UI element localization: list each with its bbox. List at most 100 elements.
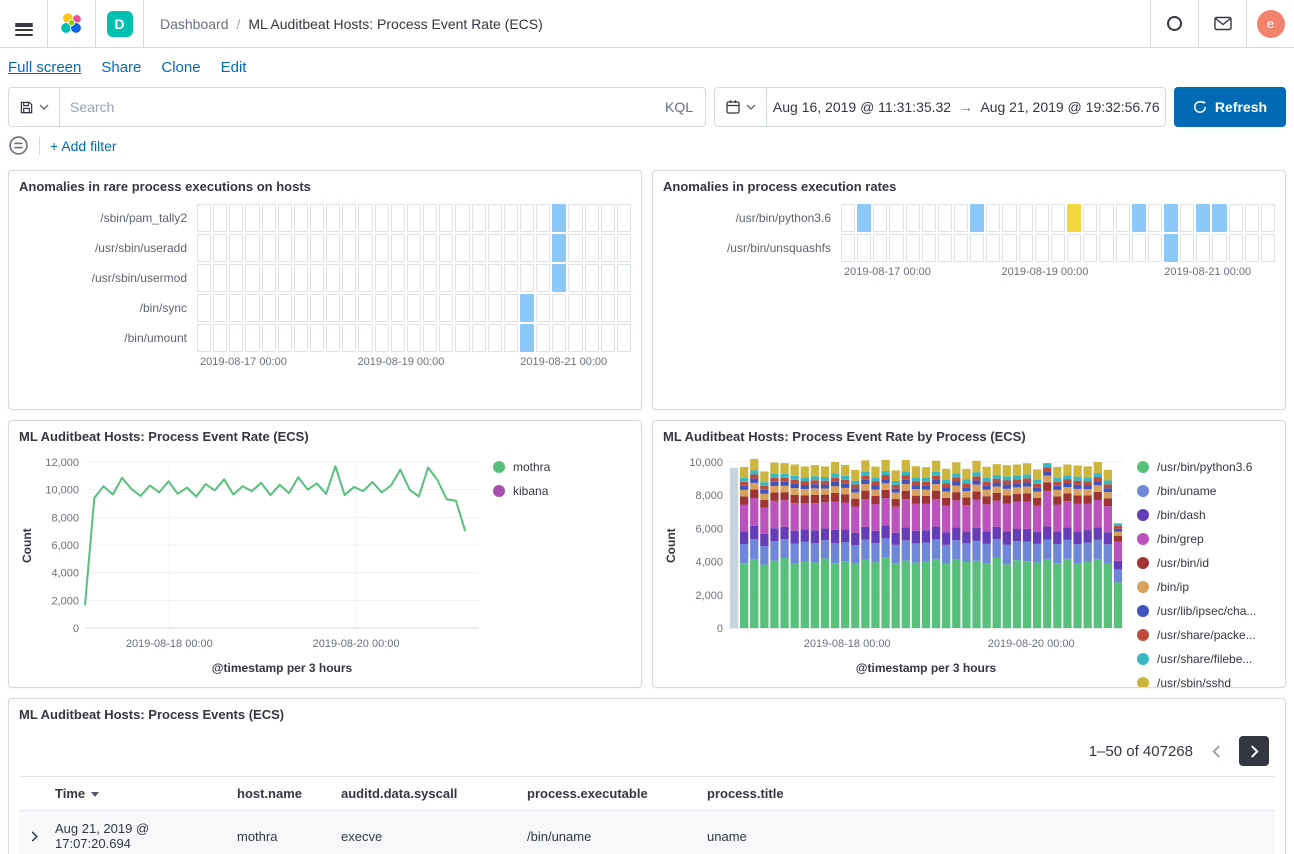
swimlane-anomaly-cell[interactable] bbox=[552, 234, 566, 262]
bar-segment[interactable] bbox=[1033, 506, 1041, 532]
bar-segment[interactable] bbox=[1023, 474, 1031, 478]
bar-segment[interactable] bbox=[972, 476, 980, 480]
bar-segment[interactable] bbox=[1104, 532, 1112, 544]
bar-segment[interactable] bbox=[841, 465, 849, 476]
saved-query-button[interactable] bbox=[9, 88, 59, 126]
bar-segment[interactable] bbox=[1013, 475, 1021, 479]
legend-item[interactable]: /usr/lib/ipsec/cha... bbox=[1137, 604, 1275, 618]
column-header-host-name[interactable]: host.name bbox=[231, 777, 335, 811]
menu-button[interactable] bbox=[0, 0, 48, 47]
bar-segment[interactable] bbox=[760, 500, 768, 508]
bar-segment[interactable] bbox=[871, 490, 879, 496]
swimlane-anomaly-cell[interactable] bbox=[552, 264, 566, 292]
bar-segment[interactable] bbox=[993, 493, 1001, 501]
bar-segment[interactable] bbox=[1094, 473, 1102, 477]
bar-segment[interactable] bbox=[982, 544, 990, 563]
bar-segment[interactable] bbox=[952, 528, 960, 541]
date-range-start[interactable]: Aug 16, 2019 @ 11:31:35.32 bbox=[767, 88, 957, 126]
bar-segment[interactable] bbox=[972, 561, 980, 628]
bar-segment[interactable] bbox=[1083, 530, 1091, 542]
bar-segment[interactable] bbox=[952, 473, 960, 477]
bar-segment[interactable] bbox=[1053, 563, 1061, 628]
bar-segment[interactable] bbox=[892, 545, 900, 564]
legend-item[interactable]: /bin/ip bbox=[1137, 580, 1275, 594]
bar-segment[interactable] bbox=[972, 541, 980, 561]
bar-segment[interactable] bbox=[831, 462, 839, 474]
bar-segment[interactable] bbox=[811, 495, 819, 503]
bar-segment[interactable] bbox=[851, 481, 859, 485]
bar-segment[interactable] bbox=[1073, 504, 1081, 532]
bar-segment[interactable] bbox=[861, 491, 869, 499]
bar-segment[interactable] bbox=[851, 533, 859, 545]
bar-segment[interactable] bbox=[1043, 471, 1051, 475]
legend-item[interactable]: /usr/bin/id bbox=[1137, 556, 1275, 570]
bar-segment[interactable] bbox=[972, 461, 980, 472]
filter-options-button[interactable] bbox=[8, 135, 29, 156]
bar-segment[interactable] bbox=[760, 546, 768, 565]
bar-segment[interactable] bbox=[1003, 480, 1011, 484]
bar-segment[interactable] bbox=[780, 539, 788, 558]
bar-segment[interactable] bbox=[770, 561, 778, 628]
bar-segment[interactable] bbox=[942, 484, 950, 488]
bar-segment[interactable] bbox=[1023, 482, 1031, 486]
bar-segment[interactable] bbox=[1083, 562, 1091, 628]
bar-segment[interactable] bbox=[791, 464, 799, 475]
bar-segment[interactable] bbox=[770, 501, 778, 528]
bar-segment[interactable] bbox=[881, 526, 889, 539]
bar-segment[interactable] bbox=[962, 469, 970, 480]
bar-segment[interactable] bbox=[993, 558, 1001, 628]
legend-item[interactable]: /bin/grep bbox=[1137, 532, 1275, 546]
bar-segment[interactable] bbox=[881, 498, 889, 525]
bar-segment[interactable] bbox=[740, 490, 748, 496]
bar-segment[interactable] bbox=[1023, 463, 1031, 474]
bar-segment[interactable] bbox=[932, 472, 940, 476]
bar-segment[interactable] bbox=[831, 543, 839, 563]
bar-segment[interactable] bbox=[952, 462, 960, 473]
bar-segment[interactable] bbox=[962, 505, 970, 531]
bar-segment[interactable] bbox=[821, 466, 829, 477]
bar-segment[interactable] bbox=[770, 493, 778, 501]
bar-segment[interactable] bbox=[821, 495, 829, 503]
legend-item[interactable]: /usr/bin/python3.6 bbox=[1137, 460, 1275, 474]
bar-segment[interactable] bbox=[902, 540, 910, 560]
bar-segment[interactable] bbox=[993, 539, 1001, 558]
newsfeed-button[interactable] bbox=[1198, 0, 1246, 47]
bar-segment[interactable] bbox=[861, 559, 869, 628]
bar-segment[interactable] bbox=[1073, 481, 1081, 485]
bar-segment[interactable] bbox=[881, 460, 889, 471]
bar-segment[interactable] bbox=[993, 527, 1001, 539]
bar-segment[interactable] bbox=[993, 479, 1001, 483]
bar-segment[interactable] bbox=[972, 480, 980, 484]
bar-segment[interactable] bbox=[1043, 482, 1051, 490]
bar-segment[interactable] bbox=[1073, 544, 1081, 564]
expand-row-button[interactable] bbox=[25, 827, 43, 845]
bar-segment[interactable] bbox=[801, 481, 809, 485]
bar-segment[interactable] bbox=[861, 476, 869, 480]
bar-segment[interactable] bbox=[912, 477, 920, 481]
bar-segment[interactable] bbox=[1053, 544, 1061, 563]
bar-segment[interactable] bbox=[952, 560, 960, 628]
bar-segment[interactable] bbox=[922, 482, 930, 486]
swimlane-anomaly-cell[interactable] bbox=[1212, 204, 1226, 232]
bar-segment[interactable] bbox=[982, 490, 990, 496]
bar-segment[interactable] bbox=[1104, 484, 1112, 488]
bar-segment[interactable] bbox=[1053, 490, 1061, 496]
legend-item[interactable]: kibana bbox=[493, 484, 631, 498]
bar-segment[interactable] bbox=[750, 470, 758, 474]
column-header-auditd-data-syscall[interactable]: auditd.data.syscall bbox=[335, 777, 521, 811]
bar-segment[interactable] bbox=[982, 563, 990, 628]
refresh-button[interactable]: Refresh bbox=[1174, 87, 1286, 127]
bar-segment[interactable] bbox=[982, 496, 990, 504]
bar-segment[interactable] bbox=[780, 500, 788, 527]
bar-segment[interactable] bbox=[831, 478, 839, 482]
bar-segment[interactable] bbox=[1043, 467, 1051, 471]
bar-segment[interactable] bbox=[912, 543, 920, 562]
bar-segment[interactable] bbox=[942, 498, 950, 506]
bar-segment[interactable] bbox=[1063, 487, 1071, 493]
bar-segment[interactable] bbox=[841, 494, 849, 502]
bar-segment[interactable] bbox=[1114, 542, 1122, 561]
bar-segment[interactable] bbox=[851, 488, 859, 492]
bar-segment[interactable] bbox=[791, 480, 799, 484]
bar-segment[interactable] bbox=[1073, 564, 1081, 628]
nav-link-full-screen[interactable]: Full screen bbox=[8, 59, 81, 76]
